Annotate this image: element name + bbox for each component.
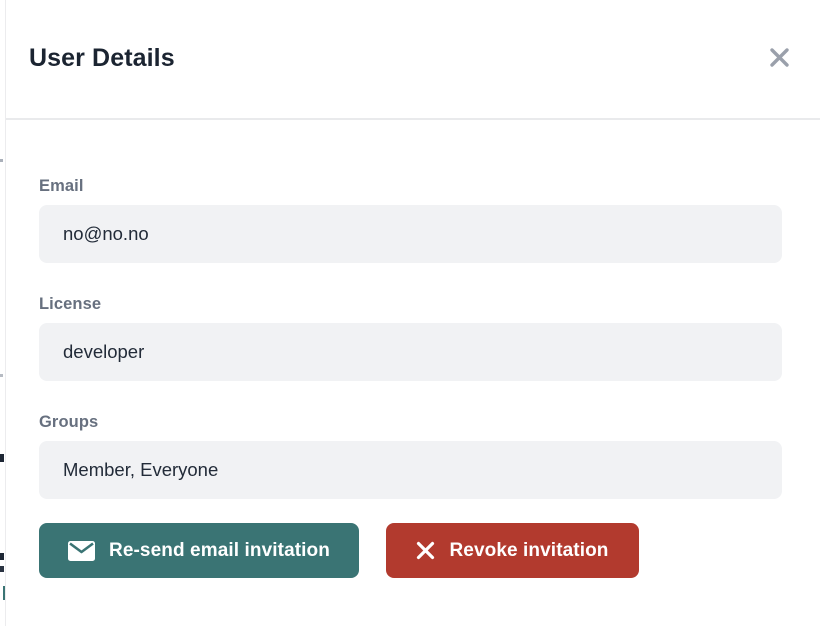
envelope-icon [68, 541, 95, 561]
close-button[interactable] [764, 42, 794, 72]
revoke-button-label: Revoke invitation [449, 540, 608, 562]
background-page-fragment [0, 159, 3, 162]
license-label: License [39, 295, 782, 314]
license-field[interactable] [39, 323, 782, 381]
email-label: Email [39, 177, 782, 196]
groups-field[interactable] [39, 441, 782, 499]
background-page-fragment [0, 553, 4, 560]
modal-header: User Details [6, 0, 820, 120]
revoke-invitation-button[interactable]: Revoke invitation [386, 523, 639, 578]
resend-button-label: Re-send email invitation [109, 540, 330, 562]
modal-body: Email License Groups Re-send email invit… [6, 177, 820, 578]
email-field[interactable] [39, 205, 782, 263]
user-details-modal: User Details Email License Groups [5, 0, 820, 626]
button-row: Re-send email invitation Revoke invitati… [39, 523, 782, 578]
x-icon [416, 541, 435, 560]
close-icon [767, 45, 792, 70]
background-page-fragment [0, 454, 4, 462]
background-page-fragment [0, 566, 4, 572]
background-page-fragment [0, 374, 3, 377]
modal-title: User Details [29, 44, 175, 73]
resend-email-invitation-button[interactable]: Re-send email invitation [39, 523, 359, 578]
groups-label: Groups [39, 413, 782, 432]
